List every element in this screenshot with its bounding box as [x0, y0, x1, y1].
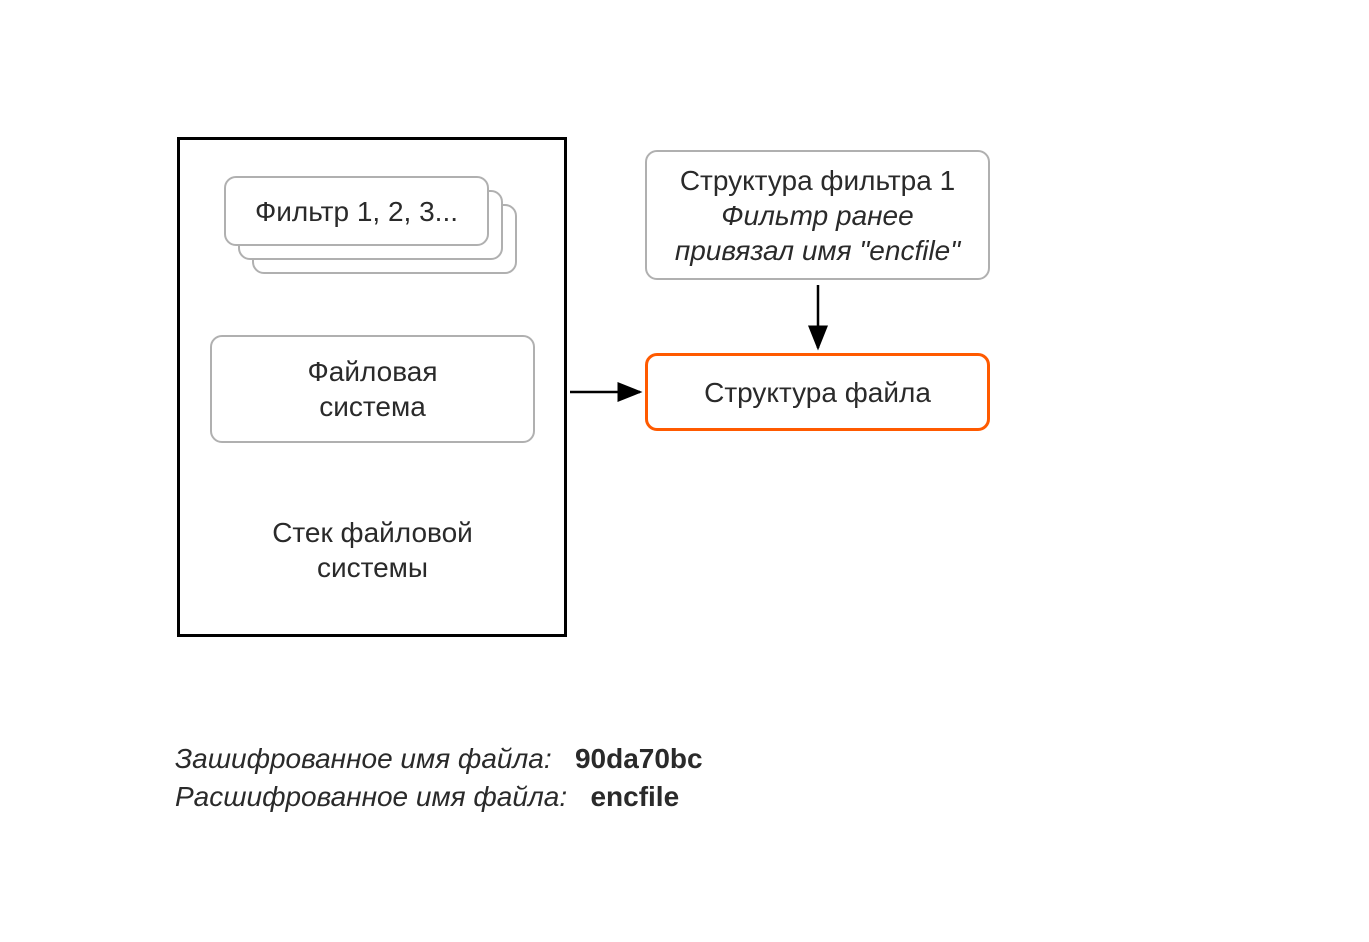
dec-line: Расшифрованное имя файла: encfile	[175, 778, 703, 816]
filesystem-line1: Файловая	[307, 354, 437, 389]
filesystem-box: Файловая система	[210, 335, 535, 443]
fs-stack-caption-line1: Стек файловой	[272, 515, 473, 550]
file-struct-label: Структура файла	[704, 375, 931, 410]
filter-struct-box: Структура фильтра 1 Фильтр ранее привяза…	[645, 150, 990, 280]
filter-struct-note1: Фильтр ранее	[721, 198, 913, 233]
filesystem-line2: система	[319, 389, 426, 424]
fs-stack-caption-line2: системы	[317, 550, 428, 585]
filter-card-front: Фильтр 1, 2, 3...	[224, 176, 489, 246]
diagram-canvas: Фильтр 1, 2, 3... Файловая система Стек …	[0, 0, 1369, 942]
dec-value: encfile	[590, 781, 679, 812]
filter-struct-title: Структура фильтра 1	[680, 163, 955, 198]
file-struct-box: Структура файла	[645, 353, 990, 431]
enc-label: Зашифрованное имя файла:	[175, 743, 552, 774]
filter-struct-note2: привязал имя "encfile"	[675, 233, 960, 268]
fs-stack-caption: Стек файловой системы	[210, 510, 535, 590]
enc-value: 90da70bc	[575, 743, 703, 774]
enc-line: Зашифрованное имя файла: 90da70bc	[175, 740, 703, 778]
dec-label: Расшифрованное имя файла:	[175, 781, 567, 812]
filters-label: Фильтр 1, 2, 3...	[255, 194, 458, 229]
footer-text: Зашифрованное имя файла: 90da70bc Расшиф…	[175, 740, 703, 816]
